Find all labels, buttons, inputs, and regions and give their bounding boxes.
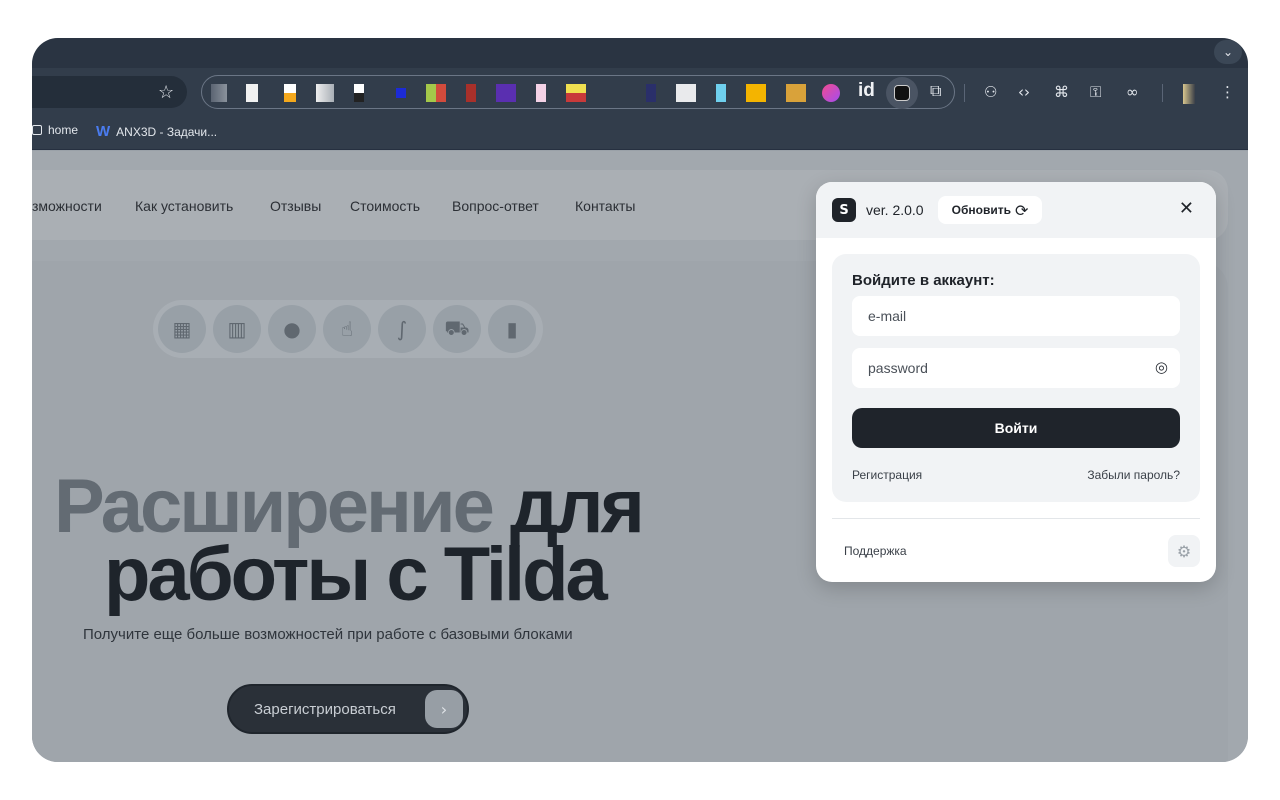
- link-icon[interactable]: ∞: [1126, 83, 1139, 101]
- extensions-puzzle-icon[interactable]: ⧉: [930, 81, 941, 100]
- extensions-area: id ⧉: [201, 75, 955, 109]
- folder-icon: [32, 125, 42, 135]
- translate-icon[interactable]: ⌘: [1054, 83, 1069, 101]
- extension-icon[interactable]: [566, 84, 586, 102]
- email-field-wrapper: [852, 296, 1180, 336]
- update-button[interactable]: Обновить ⟳: [938, 196, 1042, 224]
- extension-icon[interactable]: [211, 84, 227, 102]
- key-icon[interactable]: ⚿: [1090, 83, 1101, 101]
- close-icon[interactable]: ✕: [1179, 198, 1194, 219]
- bookmark-label: ANX3D - Задачи...: [116, 124, 218, 139]
- grid-layout-icon: ▦: [158, 305, 206, 353]
- nav-install[interactable]: Как установить: [135, 198, 233, 214]
- extension-icon[interactable]: [746, 84, 766, 102]
- cart-icon: ⛟: [433, 305, 481, 353]
- register-cta-button[interactable]: Зарегистрироваться ›: [227, 684, 469, 734]
- bookmark-anx3d[interactable]: W ANX3D - Задачи...: [96, 123, 217, 140]
- id-extension-icon[interactable]: id: [858, 80, 875, 101]
- extension-icon[interactable]: [426, 84, 446, 102]
- bookmark-home[interactable]: home: [32, 123, 78, 137]
- extension-icon[interactable]: [646, 84, 656, 102]
- extension-icon[interactable]: [822, 84, 840, 102]
- extension-icon[interactable]: [496, 84, 516, 102]
- extension-icon[interactable]: [786, 84, 806, 102]
- pointer-icon: ☝: [323, 305, 371, 353]
- extension-icon[interactable]: [246, 84, 258, 102]
- extension-icon[interactable]: [536, 84, 546, 102]
- extension-logo-icon: S: [832, 198, 856, 222]
- refresh-icon: ⟳: [1014, 200, 1029, 220]
- tab-search-button[interactable]: ⌄: [1214, 40, 1242, 64]
- tilda-extension-icon[interactable]: [886, 77, 918, 109]
- extension-icon[interactable]: [396, 88, 406, 98]
- browser-toolbar: ☆ id ⧉ ⚇ ‹› ⌘ ⚿ ∞ ⋮: [32, 68, 1248, 118]
- password-field[interactable]: [852, 348, 1132, 388]
- toolbar-divider: [964, 84, 965, 102]
- hero-title-line2: работы с Tilda: [104, 532, 608, 617]
- hero-subtitle: Получите еще больше возможностей при раб…: [83, 626, 573, 643]
- extension-icon[interactable]: [354, 84, 364, 102]
- nav-features[interactable]: зможности: [32, 198, 102, 214]
- nav-faq[interactable]: Вопрос-ответ: [452, 198, 539, 214]
- extension-icon[interactable]: [716, 84, 726, 102]
- login-form: Войдите в аккаунт: ◎ Войти Регистрация З…: [832, 254, 1200, 502]
- register-link[interactable]: Регистрация: [852, 468, 922, 482]
- curve-icon: ∫: [378, 305, 426, 353]
- login-button[interactable]: Войти: [852, 408, 1180, 448]
- popup-header: S ver. 2.0.0 Обновить ⟳ ✕: [816, 182, 1216, 238]
- bookmark-label: home: [48, 123, 79, 137]
- register-cta-label: Зарегистрироваться: [254, 701, 396, 718]
- divider: [832, 518, 1200, 519]
- chevron-right-icon: ›: [425, 690, 463, 728]
- nav-pricing[interactable]: Стоимость: [350, 198, 420, 214]
- extension-icon[interactable]: [284, 84, 296, 102]
- password-field-wrapper: ◎: [852, 348, 1180, 388]
- profile-icon[interactable]: [1183, 84, 1195, 104]
- version-label: ver. 2.0.0: [866, 202, 924, 218]
- card-icon: ▮: [488, 305, 536, 353]
- star-icon[interactable]: ☆: [158, 82, 174, 103]
- columns-icon: ▥: [213, 305, 261, 353]
- support-link[interactable]: Поддержка: [844, 544, 907, 558]
- extension-icon[interactable]: [466, 84, 476, 102]
- extension-icon[interactable]: [316, 84, 334, 102]
- code-icon[interactable]: ‹›: [1018, 83, 1030, 101]
- w-logo-icon: W: [96, 123, 111, 140]
- nav-reviews[interactable]: Отзывы: [270, 198, 321, 214]
- eye-off-icon[interactable]: ◎: [1155, 358, 1168, 376]
- incognito-icon[interactable]: ⚇: [984, 83, 997, 101]
- update-label: Обновить: [951, 203, 1011, 217]
- toolbar-divider: [1162, 84, 1163, 102]
- gear-icon[interactable]: ⚙: [1168, 535, 1200, 567]
- email-field[interactable]: [852, 296, 1132, 336]
- login-title: Войдите в аккаунт:: [852, 272, 995, 289]
- forgot-password-link[interactable]: Забыли пароль?: [1087, 468, 1180, 482]
- shapes-icon: ●: [268, 305, 316, 353]
- nav-contacts[interactable]: Контакты: [575, 198, 635, 214]
- extension-popup: S ver. 2.0.0 Обновить ⟳ ✕ Войдите в акка…: [816, 182, 1216, 582]
- tab-strip: ⌄: [32, 38, 1248, 68]
- extension-icon[interactable]: [676, 84, 696, 102]
- more-icon[interactable]: ⋮: [1220, 83, 1235, 101]
